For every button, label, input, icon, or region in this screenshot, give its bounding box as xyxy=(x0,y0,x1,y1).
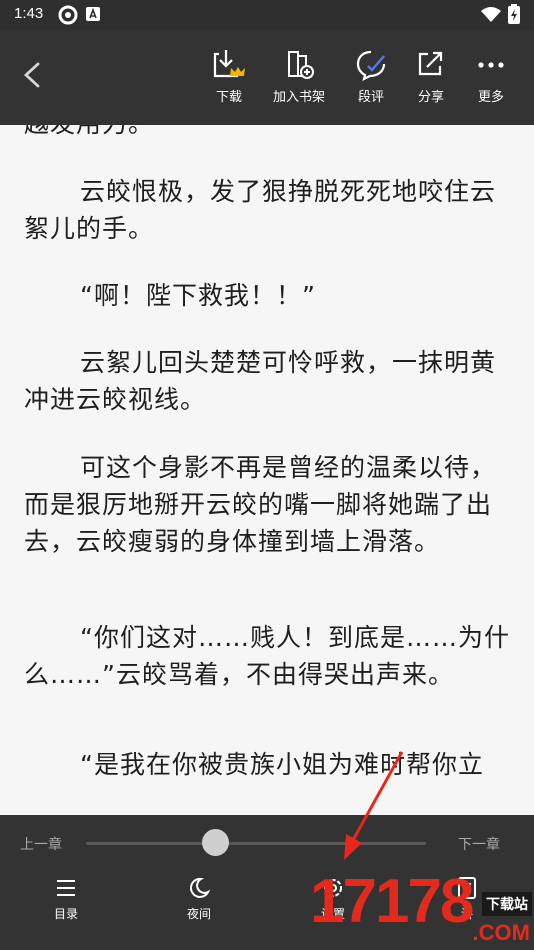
share-icon xyxy=(418,51,443,76)
next-chapter-button[interactable]: 下一章 xyxy=(458,834,500,854)
watermark-domain: .COM xyxy=(472,920,530,945)
chapter-content: 越发用力。 云皎恨极，发了狠挣脱死死地咬住云絮儿的手。 “啊！陛下救我！！” 云… xyxy=(0,125,534,815)
wifi-icon xyxy=(481,7,501,22)
back-arrow-icon[interactable] xyxy=(20,60,46,90)
night-mode-button[interactable]: 夜间 xyxy=(164,875,234,935)
more-label: 更多 xyxy=(477,90,504,105)
download-label: 下载 xyxy=(215,90,242,105)
moon-icon xyxy=(189,877,211,898)
watermark-number: 17178 xyxy=(310,867,474,936)
share-button[interactable]: 分享 xyxy=(399,48,463,118)
download-button[interactable]: 下载 xyxy=(197,48,261,118)
text-paragraph: 云皎恨极，发了狠挣脱死死地咬住云絮儿的手。 xyxy=(24,177,497,243)
prev-chapter-button[interactable]: 上一章 xyxy=(20,834,62,854)
list-icon xyxy=(57,880,75,896)
night-label: 夜间 xyxy=(186,907,211,921)
share-label: 分享 xyxy=(417,90,444,105)
sync-icon xyxy=(58,5,78,25)
text-paragraph: 可这个身影不再是曾经的温柔以待，而是狠厉地掰开云皎的嘴一脚将她踹了出去，云皎瘦弱… xyxy=(24,453,497,556)
catalog-label: 目录 xyxy=(53,907,78,921)
status-bar: 1:43 xyxy=(0,0,534,30)
chapter-progress-track[interactable] xyxy=(86,842,426,845)
text-paragraph: “你们这对……贱人！到底是……为什么……”云皎骂着，不由得哭出声来。 xyxy=(24,623,510,689)
paragraph-comment-button[interactable]: 段评 xyxy=(339,48,403,118)
add-to-bookshelf-button[interactable]: 加入书架 xyxy=(267,48,331,118)
download-icon xyxy=(213,50,245,78)
chapter-progress-slider-handle[interactable] xyxy=(201,829,229,856)
text-paragraph: “是我在你被贵族小姐为难时帮你立 xyxy=(80,750,484,779)
comment-icon xyxy=(356,50,386,82)
bookshelf-add-icon xyxy=(288,51,314,79)
comment-label: 段评 xyxy=(357,90,384,105)
catalog-button[interactable]: 目录 xyxy=(31,875,101,935)
more-dots-icon xyxy=(478,62,504,68)
watermark-badge: 下载站 xyxy=(482,892,532,916)
battery-icon xyxy=(508,4,520,24)
text-paragraph: “啊！陛下救我！！” xyxy=(80,281,316,310)
app-notification-icon xyxy=(86,7,100,21)
bookshelf-label: 加入书架 xyxy=(272,90,325,105)
text-paragraph: 云絮儿回头楚楚可怜呼救，一抹明黄冲进云皎视线。 xyxy=(24,348,497,414)
more-button[interactable]: 更多 xyxy=(459,48,523,118)
reader-top-toolbar: 下载 加入书架 段评 分享 更多 xyxy=(0,30,534,125)
site-watermark: 17178 下载站 .COM xyxy=(310,862,534,950)
status-time: 1:43 xyxy=(14,5,44,22)
text-line-partial: 越发用力。 xyxy=(24,125,514,142)
